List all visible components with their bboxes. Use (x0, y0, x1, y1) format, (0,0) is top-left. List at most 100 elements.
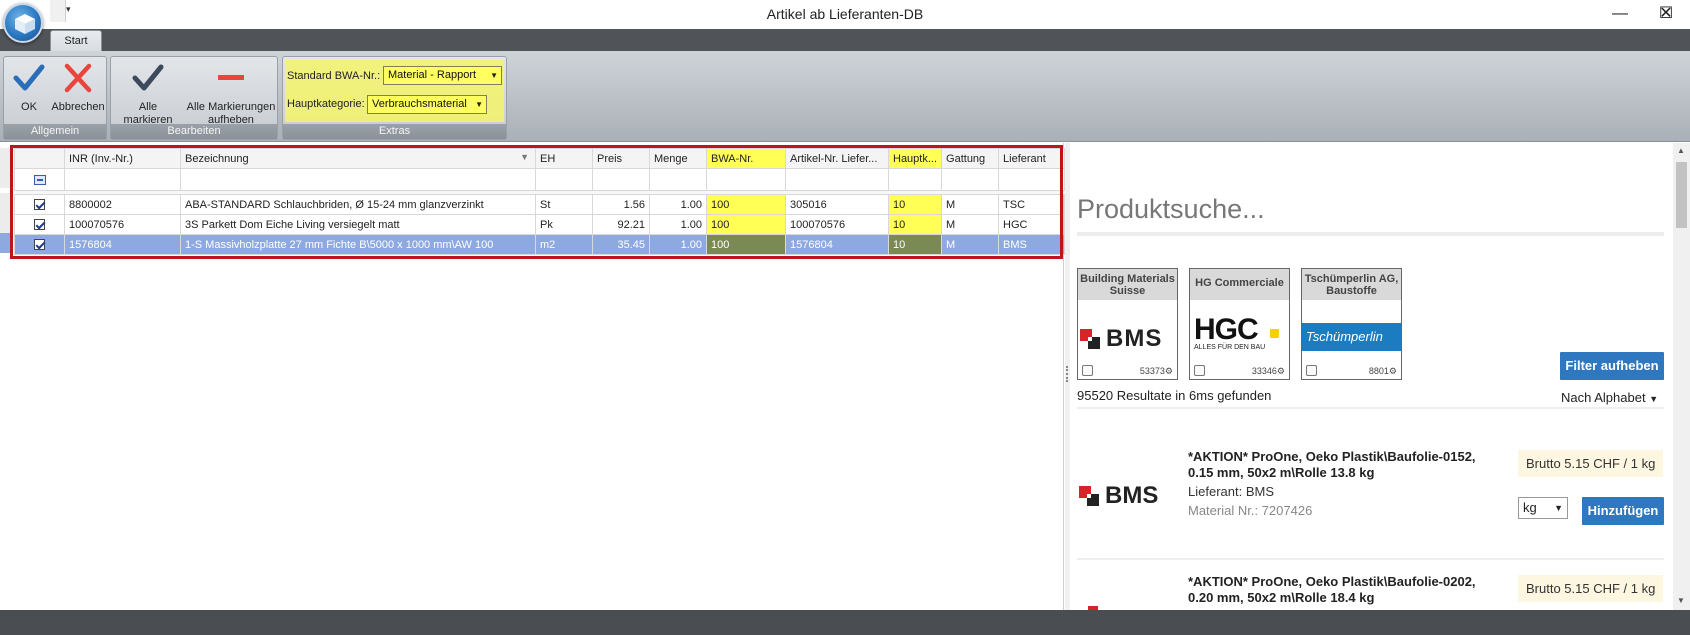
cell-artikelnr[interactable]: 1576804 (785, 234, 889, 255)
cell-inr[interactable]: 1576804 (64, 234, 181, 255)
filter-cell[interactable] (785, 168, 889, 191)
cell-hauptkategorie[interactable]: 10 (887, 214, 943, 235)
row-checkbox-cell[interactable] (14, 194, 65, 215)
header-menge[interactable]: Menge (649, 148, 707, 169)
cell-bwa[interactable]: 100 (706, 214, 786, 235)
filter-cell[interactable] (14, 168, 65, 191)
cell-bezeichnung[interactable]: ABA-STANDARD Schlauchbriden, Ø 15-24 mm … (180, 194, 536, 215)
table-row-selected[interactable]: 1576804 1-S Massivholzplatte 27 mm Ficht… (14, 234, 1066, 255)
header-gattung[interactable]: Gattung (941, 148, 1000, 169)
filter-cell[interactable] (64, 168, 181, 191)
cell-gattung[interactable]: M (941, 234, 1000, 255)
filter-cell[interactable] (535, 168, 593, 191)
supplier-count: 33346⚙ (1252, 366, 1285, 377)
tab-start[interactable]: Start (50, 30, 102, 52)
sort-dropdown[interactable]: Nach Alphabet ▼ (1561, 390, 1658, 405)
cell-inr[interactable]: 100070576 (64, 214, 181, 235)
ok-button[interactable]: OK (6, 61, 52, 114)
cell-menge[interactable]: 1.00 (649, 234, 707, 255)
supplier-card-bms[interactable]: Building Materials Suisse BMS 53373⚙ (1077, 268, 1178, 380)
header-bwa[interactable]: BWA-Nr. (706, 148, 786, 169)
supplier-checkbox[interactable] (1082, 365, 1093, 376)
header-artikelnr[interactable]: Artikel-Nr. Liefer... (785, 148, 889, 169)
row-checkbox-cell[interactable] (14, 234, 65, 255)
splitter-grip-icon[interactable] (1066, 366, 1069, 382)
cell-lieferant[interactable]: BMS (998, 234, 1066, 255)
cell-bwa[interactable]: 100 (706, 234, 786, 255)
header-lieferant[interactable]: Lieferant (998, 148, 1066, 169)
cell-bezeichnung[interactable]: 1-S Massivholzplatte 27 mm Fichte B\5000… (180, 234, 536, 255)
filter-icon[interactable] (33, 174, 46, 185)
header-inr[interactable]: INR (Inv.-Nr.) (64, 148, 181, 169)
minimize-button[interactable]: — (1597, 0, 1643, 28)
cell-hauptkategorie[interactable]: 10 (887, 194, 943, 215)
row-checkbox[interactable] (34, 199, 45, 211)
cell-eh[interactable]: m2 (535, 234, 593, 255)
cell-hauptkategorie[interactable]: 10 (887, 234, 943, 255)
cell-gattung[interactable]: M (941, 214, 1000, 235)
header-hauptkategorie[interactable]: Hauptk... (887, 148, 943, 169)
supplier-card-hgc[interactable]: HG Commerciale HGC ALLES FÜR DEN BAU 333… (1189, 268, 1290, 380)
bwa-select[interactable]: Material - Rapport ▼ (383, 66, 502, 85)
cell-artikelnr[interactable]: 100070576 (785, 214, 889, 235)
unit-select[interactable]: kg ▼ (1518, 497, 1568, 519)
cell-preis[interactable]: 35.45 (592, 234, 650, 255)
gear-icon: ⚙ (1388, 366, 1397, 376)
table-row[interactable]: 100070576 3S Parkett Dom Eiche Living ve… (14, 214, 1066, 235)
cell-eh[interactable]: Pk (535, 214, 593, 235)
scroll-up-icon[interactable]: ▲ (1677, 146, 1685, 155)
row-indicator (0, 168, 12, 188)
header-eh[interactable]: EH (535, 148, 593, 169)
close-button[interactable]: ✕ (1642, 0, 1690, 28)
supplier-card-tschuemperlin[interactable]: Tschümperlin AG, Baustoffe Tschümperlin … (1301, 268, 1402, 380)
cell-preis[interactable]: 92.21 (592, 214, 650, 235)
cell-bwa[interactable]: 100 (706, 194, 786, 215)
cancel-button[interactable]: Abbrechen (50, 61, 106, 114)
mark-all-button[interactable]: Alle markieren (113, 61, 183, 127)
bms-logo: BMS (1078, 323, 1177, 355)
product-title[interactable]: *AKTION* ProOne, Oeko Plastik\Baufolie-0… (1188, 574, 1488, 606)
bwa-select-value: Material - Rapport (388, 69, 477, 81)
row-checkbox[interactable] (34, 219, 45, 231)
filter-cell[interactable] (592, 168, 650, 191)
header-bezeichnung[interactable]: Bezeichnung ▼ (180, 148, 536, 169)
unmark-all-button[interactable]: Alle Markierungen aufheben (185, 61, 277, 127)
supplier-checkbox[interactable] (1306, 365, 1317, 376)
bwa-label: Standard BWA-Nr.: (287, 70, 381, 82)
articles-grid: INR (Inv.-Nr.) Bezeichnung ▼ EH Preis Men… (14, 148, 1066, 255)
filter-cell[interactable] (706, 168, 786, 191)
hauptkategorie-select[interactable]: Verbrauchsmaterial ▼ (367, 95, 487, 114)
filter-clear-button[interactable]: Filter aufheben (1560, 352, 1664, 380)
cell-artikelnr[interactable]: 305016 (785, 194, 889, 215)
search-title[interactable]: Produktsuche... (1077, 194, 1265, 225)
filter-cell[interactable] (649, 168, 707, 191)
filter-cell[interactable] (887, 168, 943, 191)
add-button[interactable]: Hinzufügen (1582, 497, 1664, 525)
scrollbar-thumb[interactable] (1676, 162, 1687, 228)
cell-lieferant[interactable]: HGC (998, 214, 1066, 235)
table-row[interactable]: 8800002 ABA-STANDARD Schlauchbriden, Ø 1… (14, 194, 1066, 215)
filter-cell[interactable] (180, 168, 536, 191)
grid-header-row: INR (Inv.-Nr.) Bezeichnung ▼ EH Preis Men… (14, 148, 1066, 169)
status-bar (0, 610, 1690, 635)
filter-cell[interactable] (941, 168, 1000, 191)
cell-menge[interactable]: 1.00 (649, 214, 707, 235)
app-menu-button[interactable] (3, 3, 43, 43)
cell-inr[interactable]: 8800002 (64, 194, 181, 215)
supplier-checkbox[interactable] (1194, 365, 1205, 376)
cell-gattung[interactable]: M (941, 194, 1000, 215)
results-count: 95520 Resultate in 6ms gefunden (1077, 388, 1272, 403)
product-title[interactable]: *AKTION* ProOne, Oeko Plastik\Baufolie-0… (1188, 449, 1488, 481)
row-indicator (0, 148, 12, 168)
cell-lieferant[interactable]: TSC (998, 194, 1066, 215)
cell-eh[interactable]: St (535, 194, 593, 215)
minus-icon (218, 75, 244, 80)
filter-cell[interactable] (998, 168, 1066, 191)
header-preis[interactable]: Preis (592, 148, 650, 169)
cell-bezeichnung[interactable]: 3S Parkett Dom Eiche Living versiegelt m… (180, 214, 536, 235)
cell-menge[interactable]: 1.00 (649, 194, 707, 215)
cell-preis[interactable]: 1.56 (592, 194, 650, 215)
row-checkbox-cell[interactable] (14, 214, 65, 235)
row-checkbox[interactable] (34, 239, 45, 251)
scroll-down-icon[interactable]: ▼ (1677, 596, 1685, 605)
